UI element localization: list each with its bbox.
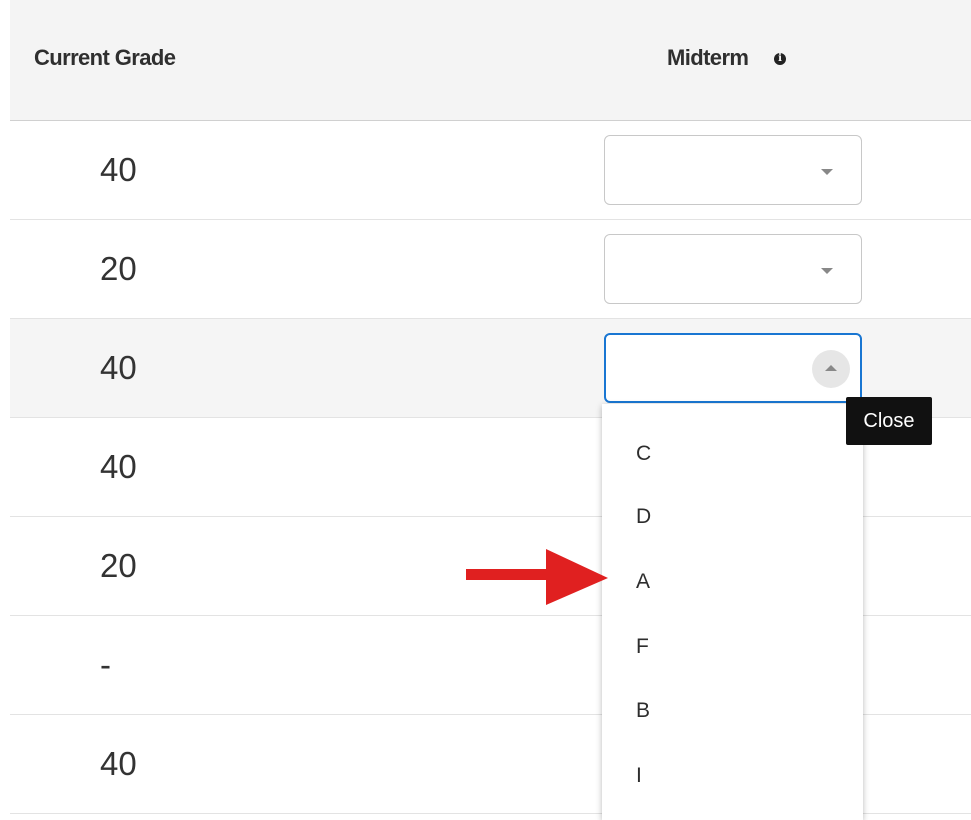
current-grade-value: 40 — [100, 349, 137, 386]
current-grade-value: 40 — [100, 151, 137, 188]
current-grade-column-header: Current Grade — [34, 45, 176, 70]
chevron-down-icon[interactable] — [821, 169, 833, 175]
close-dropdown-button[interactable] — [812, 350, 850, 388]
current-grade-value: 20 — [100, 547, 137, 584]
current-grade-value: - — [100, 646, 111, 683]
midterm-select-open[interactable] — [604, 333, 862, 403]
current-grade-value: 40 — [100, 448, 137, 485]
close-tooltip: Close — [846, 397, 932, 445]
midterm-column-header: Midterm — [667, 45, 749, 70]
current-grade-value: 40 — [100, 745, 137, 782]
midterm-options-listbox: C D A F B I — [602, 404, 863, 820]
red-arrow-shaft — [466, 569, 548, 580]
table-header: Current Grade Midterm — [10, 0, 971, 121]
option-c[interactable]: C — [636, 442, 651, 466]
red-arrow-head — [546, 549, 608, 605]
option-a[interactable]: A — [636, 570, 650, 594]
chevron-down-icon[interactable] — [821, 268, 833, 274]
table-row: 40 — [10, 121, 971, 220]
option-f[interactable]: F — [636, 635, 649, 659]
red-arrow-icon — [466, 549, 608, 605]
midterm-select[interactable] — [604, 135, 862, 205]
option-d[interactable]: D — [636, 505, 651, 529]
midterm-select[interactable] — [604, 234, 862, 304]
option-i[interactable]: I — [636, 764, 642, 788]
info-icon[interactable]: i — [774, 53, 786, 65]
current-grade-value: 20 — [100, 250, 137, 287]
table-row: 20 — [10, 220, 971, 319]
option-b[interactable]: B — [636, 699, 650, 723]
chevron-up-icon — [825, 365, 837, 371]
